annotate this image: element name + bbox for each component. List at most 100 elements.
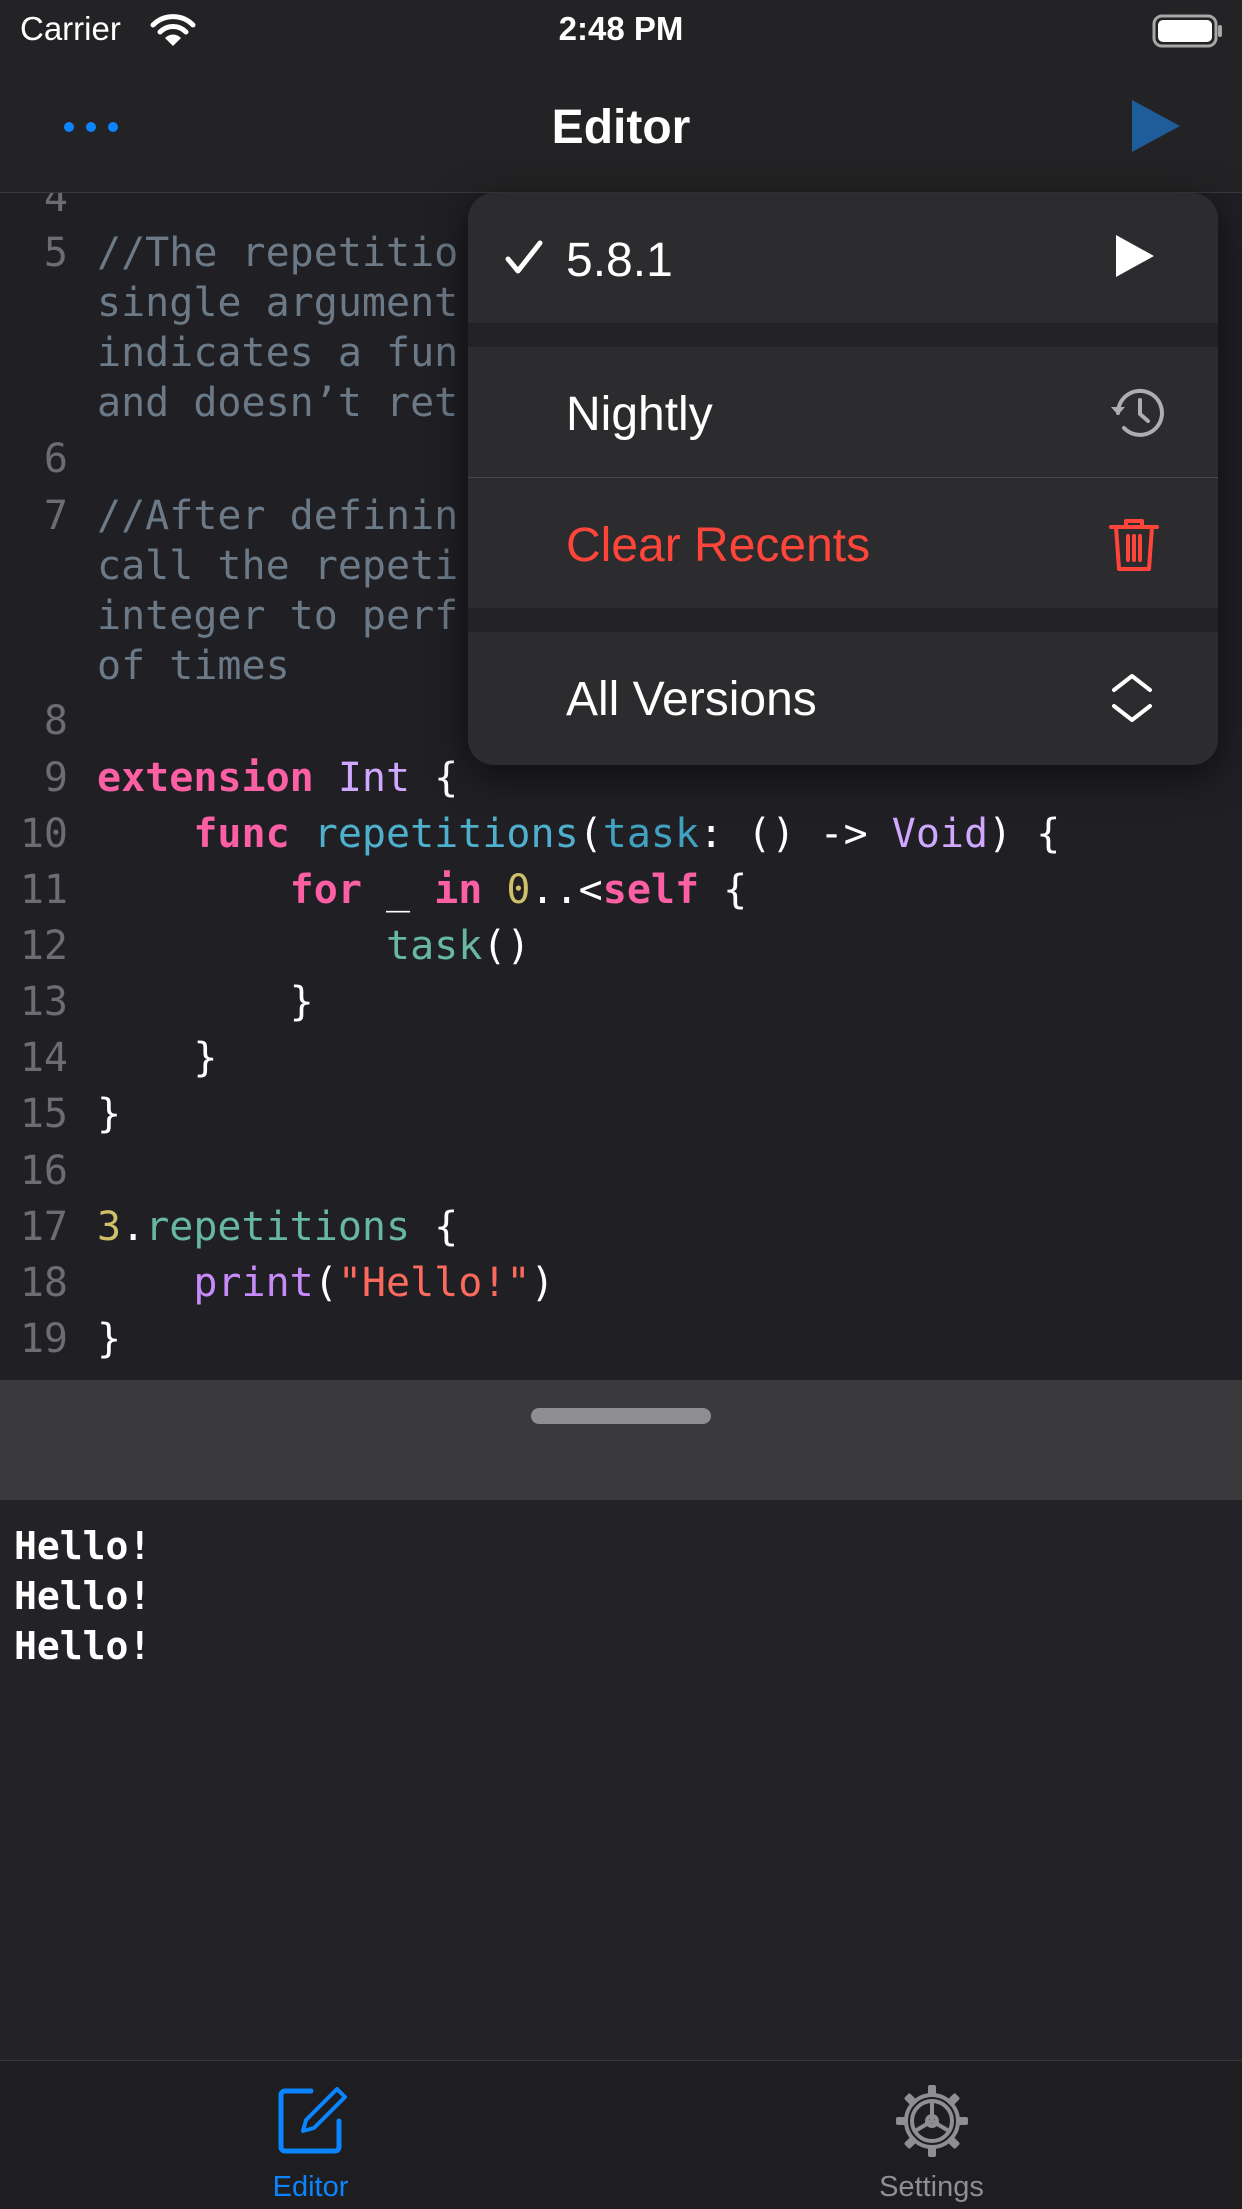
console-output: Hello! Hello! Hello! [0,1500,1242,2060]
code-token: { [699,867,748,913]
menu-separator [468,323,1218,347]
code-token: indicates a fun [97,330,459,376]
code-line: 18 print("Hello!") [0,1260,1242,1316]
code-text: } [97,1035,217,1081]
tab-settings-label: Settings [879,2171,984,2203]
code-token: _ [361,867,435,913]
line-number: 6 [43,436,68,482]
line-number: 4 [43,193,68,221]
code-token: single argument [97,280,459,326]
line-number: 17 [19,1204,68,1250]
code-token: } [97,1316,122,1362]
code-token: 0 [506,867,531,913]
tab-bar: Editor Settings [0,2060,1242,2209]
tab-settings[interactable]: Settings [621,2061,1242,2209]
play-icon[interactable] [1128,96,1184,160]
battery-icon [1152,14,1224,52]
console-line: Hello! [14,1574,152,1618]
line-number: 14 [19,1035,68,1081]
menu-item-label: All Versions [566,673,817,726]
code-token: ( [578,811,603,857]
menu-separator [468,608,1218,632]
code-token: () [482,923,531,969]
line-number: 18 [19,1260,68,1306]
compose-icon [0,2081,621,2161]
code-token: in [434,867,483,913]
chevron-up-down-icon [1108,670,1156,731]
code-token: Void [891,811,989,857]
menu-item-nightly[interactable]: Nightly [468,347,1218,477]
menu-item-clear-recents[interactable]: Clear Recents [468,478,1218,608]
code-token: } [97,1035,218,1081]
line-number: 15 [19,1091,68,1137]
code-token: task [602,811,700,857]
code-token: and doesn’t ret [97,380,459,426]
code-token: ..< [530,867,603,913]
code-token: //The repetitio [97,230,459,276]
code-text: integer to perf [97,593,458,639]
version-menu: 5.8.1 Nightly Clear Recents All Versions [468,193,1218,765]
code-token: print [193,1260,314,1306]
page-title: Editor [551,101,691,154]
status-bar: Carrier 2:48 PM [0,0,1242,62]
code-token: integer to perf [97,593,459,639]
code-text: of times [97,643,290,689]
checkmark-icon [502,235,546,284]
code-text: print("Hello!") [97,1260,555,1306]
navigation-bar: Editor [0,62,1242,193]
code-token: self [602,867,700,913]
line-number: 11 [19,867,68,913]
line-number: 7 [43,493,68,539]
code-token: task [385,923,483,969]
menu-item-all-versions[interactable]: All Versions [468,632,1218,762]
code-text: //The repetitio [97,230,458,276]
line-number: 13 [19,979,68,1025]
code-text: and doesn’t ret [97,380,458,426]
line-number: 12 [19,923,68,969]
code-token: ( [313,1260,338,1306]
code-line: 14 } [0,1035,1242,1091]
code-line: 17 3.repetitions { [0,1204,1242,1260]
code-line: 16 [0,1148,1242,1204]
code-line: 11 for _ in 0..<self { [0,867,1242,923]
menu-item-version-5-8-1[interactable]: 5.8.1 [468,193,1218,323]
code-token: ) [530,1260,555,1306]
status-time: 2:48 PM [558,10,684,47]
line-number: 16 [19,1148,68,1194]
code-token: } [97,1091,122,1137]
code-text: for _ in 0..<self { [97,867,748,913]
split-divider[interactable] [0,1380,1242,1500]
clock-history-icon [1108,385,1168,446]
code-token: { [410,1204,459,1250]
code-token: repetitions [145,1204,411,1250]
tab-editor-label: Editor [272,2171,349,2203]
play-icon [1108,231,1158,286]
code-token: ) { [988,811,1061,857]
code-text: task() [97,923,531,969]
line-number: 10 [19,811,68,857]
resize-handle[interactable] [531,1408,711,1424]
line-number: 19 [19,1316,68,1362]
code-token: : () -> [699,811,892,857]
code-token: of times [97,643,290,689]
line-number: 5 [43,230,68,276]
code-line: 19} [0,1316,1242,1372]
gear-icon [621,2081,1242,2165]
console-line: Hello! [14,1524,152,1568]
code-line: 12 task() [0,923,1242,979]
code-token: func [193,811,290,857]
code-text: call the repeti [97,543,458,589]
code-line: 13 } [0,979,1242,1035]
code-text: } [97,1091,121,1137]
tab-editor[interactable]: Editor [0,2061,621,2209]
code-text: } [97,979,314,1025]
menu-item-label: Nightly [566,388,713,441]
code-token: call the repeti [97,543,459,589]
line-number: 8 [43,698,68,744]
